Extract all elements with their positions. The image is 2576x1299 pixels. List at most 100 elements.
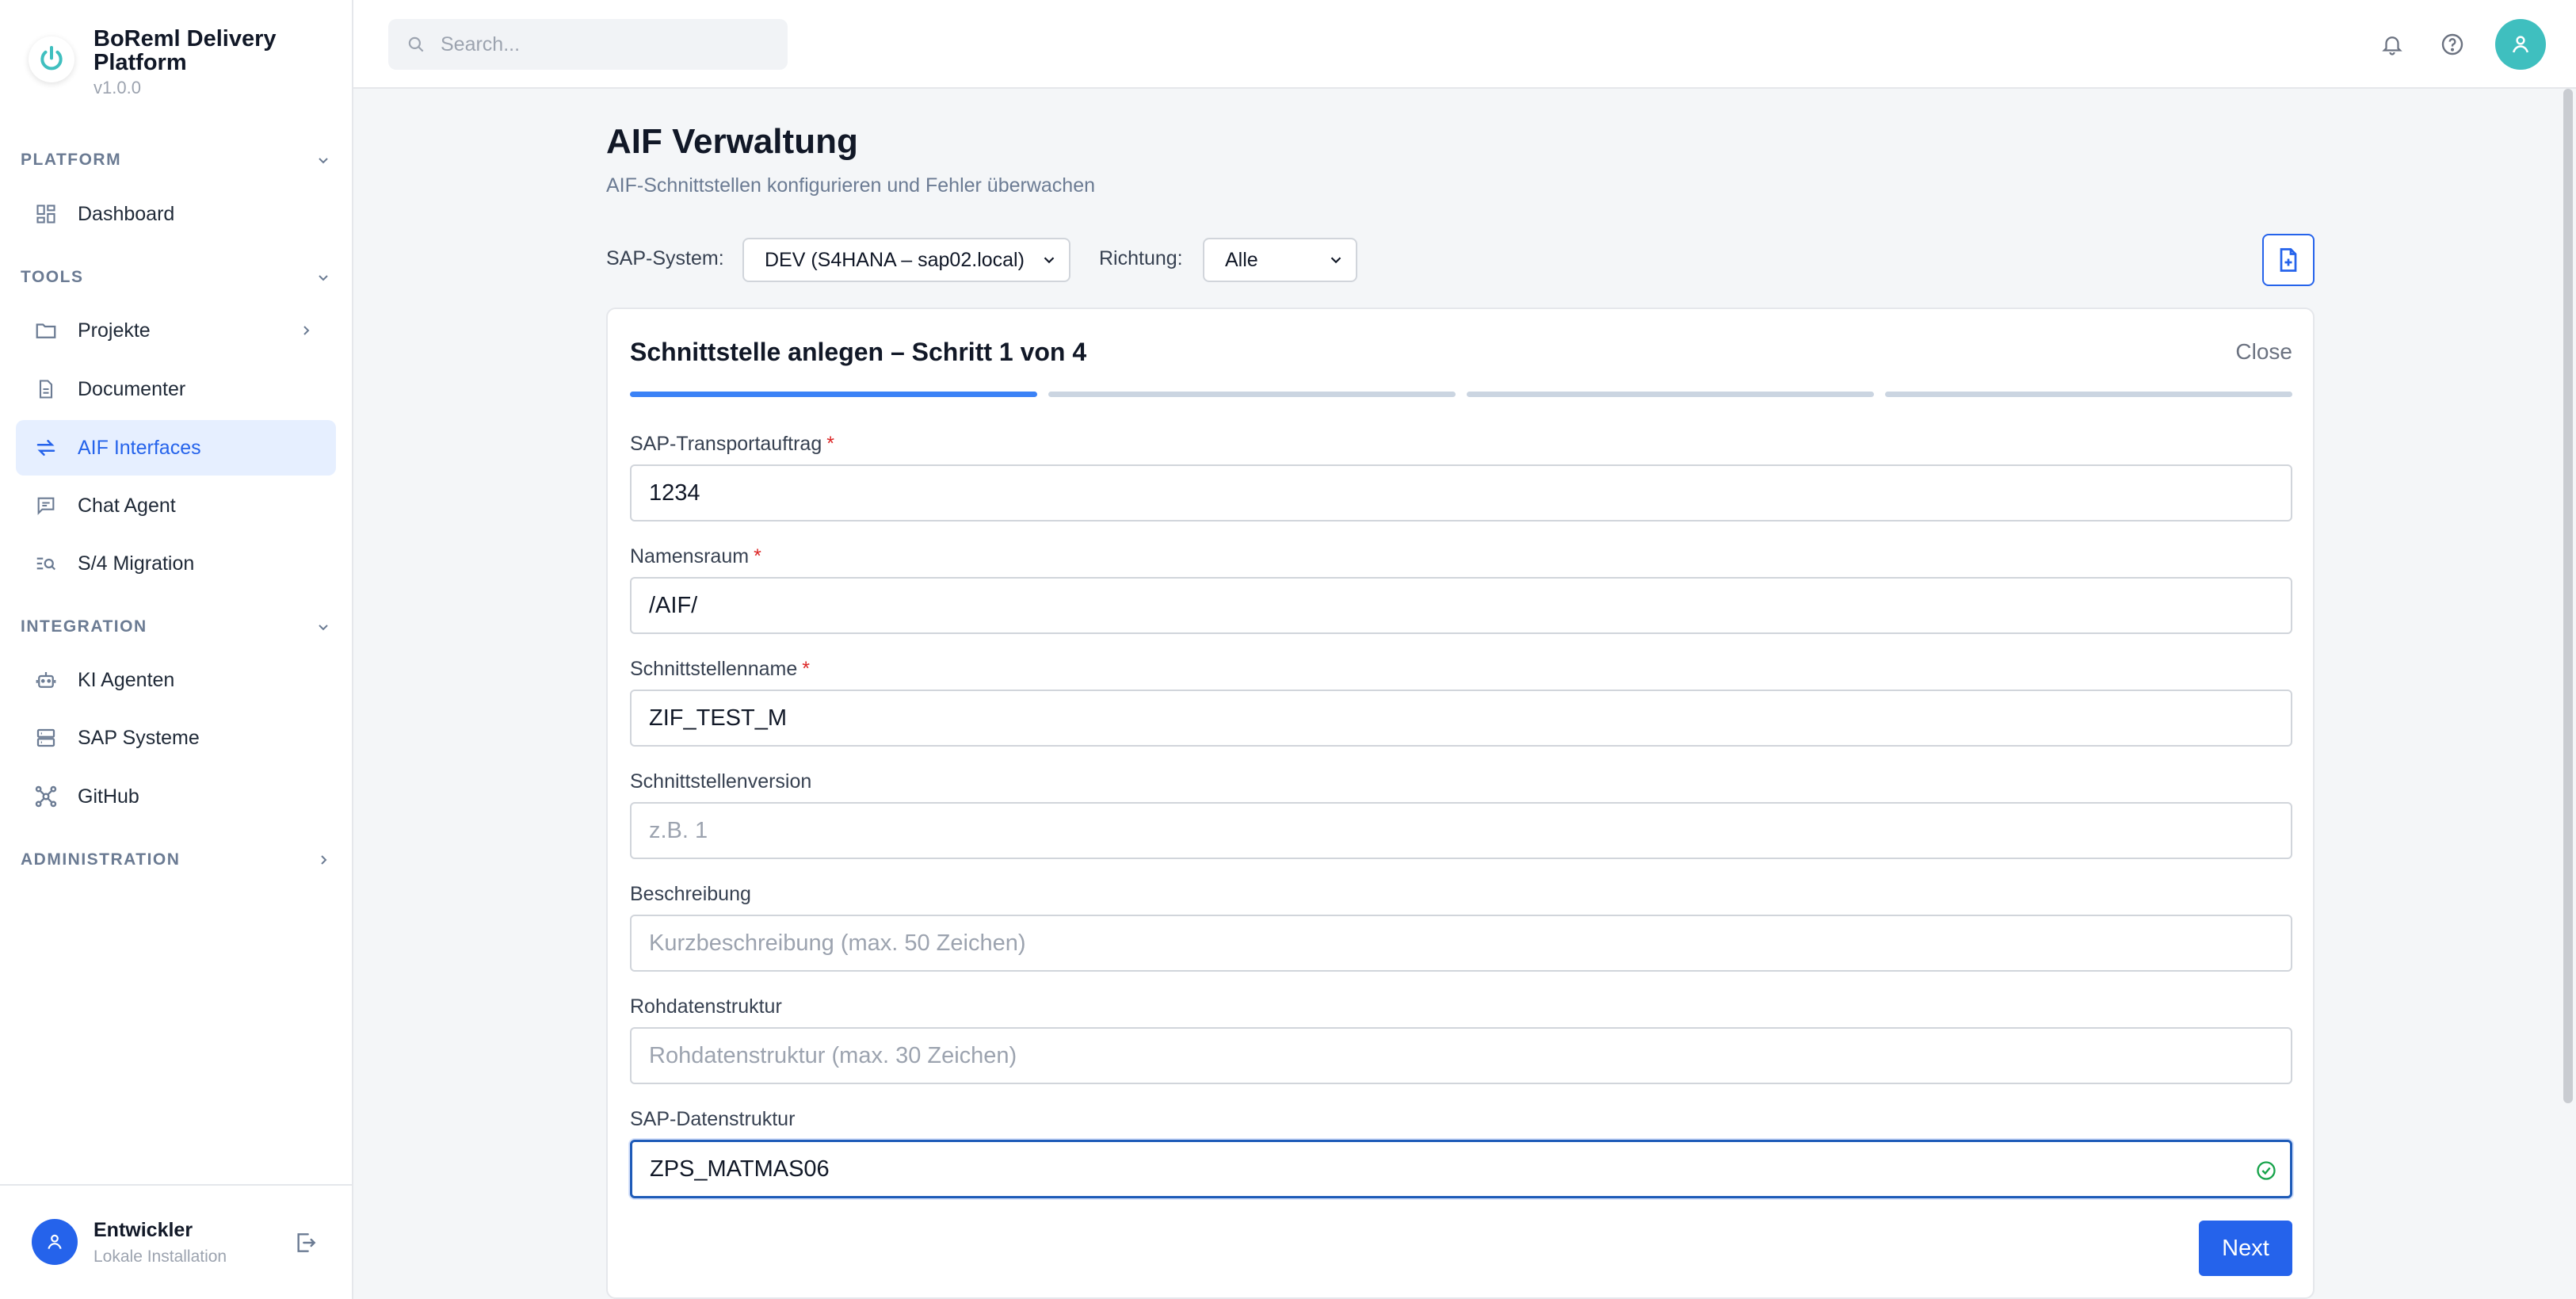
chevron-down-icon [319,158,328,164]
direction-value: Alle [1225,248,1258,271]
next-button[interactable]: Next [2199,1221,2292,1276]
interface-name-input[interactable] [649,705,2234,732]
file-plus-icon [2280,248,2297,272]
progress-step-2 [1048,392,1456,397]
check-circle-icon [2257,1161,2276,1180]
sidebar-item-label: Dashboard [78,202,175,225]
namespace-field[interactable] [630,577,2292,634]
sap-structure-field[interactable] [630,1140,2292,1198]
arrows-exchange-icon [33,435,59,460]
wizard-card: Schnittstelle anlegen – Schritt 1 von 4 … [606,308,2315,1299]
section-integration[interactable]: INTEGRATION [21,611,333,643]
search-icon [408,36,424,52]
sidebar-item-label: S/4 Migration [78,552,195,575]
sidebar-item-label: Documenter [78,377,186,400]
network-icon [33,784,59,809]
user-icon [2513,36,2528,53]
progress-step-4 [1885,392,2292,397]
sidebar-item-ki-agenten[interactable]: KI Agenten [16,652,336,708]
logout-icon[interactable] [293,1230,319,1255]
raw-structure-input[interactable] [649,1042,2234,1069]
transport-label: SAP-Transportauftrag * [630,433,834,455]
section-label: TOOLS [21,268,84,286]
namespace-input[interactable] [649,592,2234,619]
wizard-title: Schnittstelle anlegen – Schritt 1 von 4 [630,338,1087,366]
sidebar-item-label: AIF Interfaces [78,436,201,459]
brand: BoReml Delivery Platform v1.0.0 [29,24,345,103]
new-document-button[interactable] [2262,234,2315,286]
section-label: PLATFORM [21,151,122,169]
sap-structure-label: SAP-Datenstruktur [630,1108,796,1130]
sidebar-item-dashboard[interactable]: Dashboard [16,186,336,242]
sidebar-item-sap-systeme[interactable]: SAP Systeme [16,710,336,766]
raw-structure-label: Rohdatenstruktur [630,995,782,1018]
robot-icon [33,667,59,693]
sidebar-item-chat-agent[interactable]: Chat Agent [16,478,336,533]
sidebar-item-label: Chat Agent [78,494,176,517]
interface-name-field[interactable] [630,690,2292,747]
section-platform[interactable]: PLATFORM [21,144,333,176]
avatar[interactable] [32,1219,78,1265]
chevron-down-icon [319,275,328,281]
sap-structure-input[interactable] [650,1156,2234,1182]
sidebar-item-label: GitHub [78,785,139,808]
profile-avatar[interactable] [2495,19,2546,70]
transport-input[interactable] [649,479,2234,506]
progress-step-3 [1467,392,1874,397]
description-input[interactable] [649,930,2234,957]
sidebar-item-aif-interfaces[interactable]: AIF Interfaces [16,420,336,476]
chat-icon [33,493,59,518]
chevron-right-icon [321,855,327,865]
user-area: Entwickler Lokale Installation [0,1184,353,1299]
progress-step-1 [630,392,1037,397]
folder-icon [33,318,59,343]
sap-system-value: DEV (S4HANA – sap02.local) [765,248,1025,271]
direction-label: Richtung: [1099,247,1183,269]
description-field[interactable] [630,915,2292,972]
interface-name-label: Schnittstellenname * [630,658,810,680]
chevron-down-icon [319,625,328,631]
scrollbar[interactable] [2563,89,2573,1103]
interface-version-field[interactable] [630,802,2292,859]
chevron-down-icon [1044,257,1055,264]
sidebar-item-label: Projekte [78,319,151,342]
sidebar: BoReml Delivery Platform v1.0.0 PLATFORM… [0,0,353,1299]
raw-structure-field[interactable] [630,1027,2292,1084]
sidebar-item-s4-migration[interactable]: S/4 Migration [16,536,336,591]
section-label: INTEGRATION [21,617,147,636]
sap-system-label: SAP-System: [606,247,724,269]
sidebar-item-github[interactable]: GitHub [16,769,336,824]
search-input[interactable] [441,32,773,56]
section-tools[interactable]: TOOLS [21,262,333,293]
close-button[interactable]: Close [2235,339,2292,365]
document-icon [33,376,59,402]
page-title: AIF Verwaltung [606,122,858,161]
interface-version-label: Schnittstellenversion [630,770,812,793]
user-subtitle: Lokale Installation [93,1247,227,1266]
sidebar-item-documenter[interactable]: Documenter [16,361,336,417]
sidebar-item-projekte[interactable]: Projekte [16,303,336,358]
topbar [353,0,2576,89]
bell-icon[interactable] [2378,30,2406,59]
brand-version: v1.0.0 [93,78,141,97]
interface-version-input[interactable] [649,817,2234,844]
help-icon[interactable] [2438,30,2467,59]
search-box[interactable] [388,19,788,70]
sidebar-item-label: KI Agenten [78,668,175,691]
brand-title: BoReml Delivery Platform [93,26,277,75]
dashboard-icon [33,201,59,227]
direction-select[interactable]: Alle [1203,238,1357,282]
user-name: Entwickler [93,1219,193,1241]
list-search-icon [33,551,59,576]
description-label: Beschreibung [630,883,751,905]
chevron-down-icon [1330,257,1341,264]
server-icon [33,725,59,751]
transport-field[interactable] [630,464,2292,522]
namespace-label: Namensraum * [630,545,761,567]
sap-system-select[interactable]: DEV (S4HANA – sap02.local) [742,238,1070,282]
power-logo-icon [29,36,74,82]
chevron-right-icon [303,326,310,335]
section-label: ADMINISTRATION [21,850,181,869]
section-administration[interactable]: ADMINISTRATION [21,844,333,876]
page-subtitle: AIF-Schnittstellen konfigurieren und Feh… [606,174,1096,197]
